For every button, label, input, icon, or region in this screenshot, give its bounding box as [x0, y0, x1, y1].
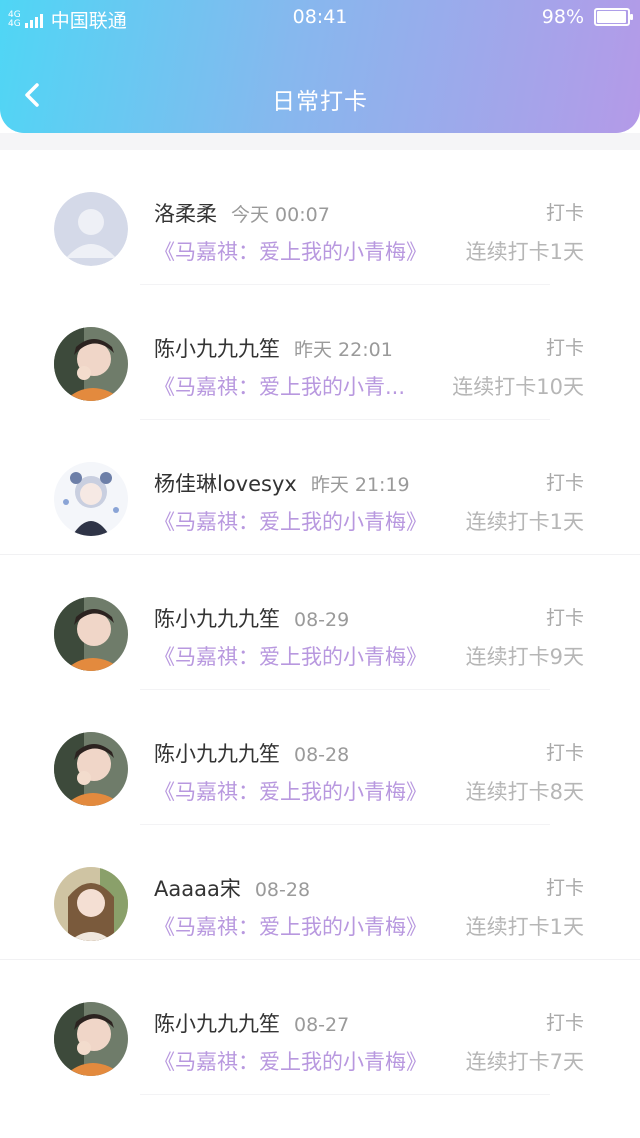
course-link[interactable]: 《马嘉祺：爱上我的小青梅》: [154, 236, 427, 266]
photo-avatar-icon: [54, 327, 128, 401]
status-bar: 4G 4G 中国联通 08:41 98%: [0, 0, 640, 34]
avatar[interactable]: [54, 867, 128, 941]
list-item[interactable]: 杨佳琳lovesyx 昨天 21:19 打卡 《马嘉祺：爱上我的小青梅》 连续打卡…: [0, 420, 640, 555]
checkin-list: 洛柔柔 今天 00:07 打卡 《马嘉祺：爱上我的小青梅》 连续打卡1天 陈小九九…: [0, 150, 640, 1095]
course-link[interactable]: 《马嘉祺：爱上我的小青梅》: [154, 1046, 427, 1076]
checkin-time: 昨天 21:19: [310, 474, 410, 496]
divider: [140, 1094, 550, 1095]
checkin-time: 今天 00:07: [231, 204, 330, 226]
section-gap: [0, 133, 640, 150]
photo-avatar-icon: [54, 867, 128, 941]
list-item[interactable]: Aaaaa宋 08-28 打卡 《马嘉祺：爱上我的小青梅》 连续打卡1天: [0, 825, 640, 960]
streak-text: 连续打卡7天: [465, 1050, 584, 1074]
checkin-time: 08-28: [294, 744, 350, 766]
list-item[interactable]: 陈小九九九笙 08-27 打卡 《马嘉祺：爱上我的小青梅》 连续打卡7天: [0, 960, 640, 1095]
user-name-row: Aaaaa宋 08-28: [154, 873, 310, 903]
user-name[interactable]: 陈小九九九笙: [154, 337, 280, 361]
course-link[interactable]: 《马嘉祺：爱上我的小青梅》: [154, 506, 427, 536]
list-item[interactable]: 陈小九九九笙 08-28 打卡 《马嘉祺：爱上我的小青梅》 连续打卡8天: [0, 690, 640, 825]
checkin-time: 08-27: [294, 1014, 350, 1036]
avatar[interactable]: [54, 732, 128, 806]
action-label: 打卡: [545, 877, 584, 899]
user-name[interactable]: 陈小九九九笙: [154, 742, 280, 766]
course-link[interactable]: 《马嘉祺：爱上我的小青梅》: [154, 776, 427, 806]
user-name-row: 洛柔柔 今天 00:07: [154, 198, 330, 228]
status-right: 98%: [541, 6, 633, 28]
list-item[interactable]: 陈小九九九笙 08-29 打卡 《马嘉祺：爱上我的小青梅》 连续打卡9天: [0, 555, 640, 690]
battery-icon: [594, 8, 633, 26]
header-bar: 4G 4G 中国联通 08:41 98% 日常打卡: [0, 0, 640, 133]
user-name-row: 陈小九九九笙 08-29: [154, 603, 349, 633]
avatar[interactable]: [54, 192, 128, 266]
user-name[interactable]: 杨佳琳lovesyx: [154, 472, 297, 496]
streak-text: 连续打卡1天: [465, 240, 584, 264]
user-name-row: 陈小九九九笙 08-27: [154, 1008, 349, 1038]
battery-level-fill: [597, 11, 627, 23]
streak-text: 连续打卡8天: [465, 780, 584, 804]
checkin-time: 08-28: [254, 879, 311, 901]
user-name-row: 杨佳琳lovesyx 昨天 21:19: [154, 468, 410, 498]
user-name-row: 陈小九九九笙 昨天 22:01: [154, 333, 393, 363]
streak-text: 连续打卡9天: [465, 645, 584, 669]
avatar[interactable]: [54, 462, 128, 536]
photo-avatar-icon: [54, 597, 128, 671]
list-item[interactable]: 陈小九九九笙 昨天 22:01 打卡 《马嘉祺：爱上我的小青... 连续打卡10天: [0, 285, 640, 420]
avatar[interactable]: [54, 597, 128, 671]
action-label: 打卡: [545, 607, 584, 629]
user-name-row: 陈小九九九笙 08-28: [154, 738, 349, 768]
default-avatar-icon: [54, 192, 128, 266]
anime-avatar-icon: [54, 462, 128, 536]
list-item[interactable]: 洛柔柔 今天 00:07 打卡 《马嘉祺：爱上我的小青梅》 连续打卡1天: [0, 150, 640, 285]
photo-avatar-icon: [54, 732, 128, 806]
checkin-time: 昨天 22:01: [294, 339, 393, 361]
course-link[interactable]: 《马嘉祺：爱上我的小青梅》: [154, 641, 427, 671]
user-name[interactable]: Aaaaa宋: [154, 877, 241, 901]
streak-text: 连续打卡1天: [465, 510, 584, 534]
user-name[interactable]: 陈小九九九笙: [154, 1012, 280, 1036]
user-name[interactable]: 洛柔柔: [154, 202, 217, 226]
user-name[interactable]: 陈小九九九笙: [154, 607, 280, 631]
action-label: 打卡: [545, 742, 584, 764]
battery-percent: 98%: [541, 6, 584, 28]
streak-text: 连续打卡1天: [465, 915, 584, 939]
action-label: 打卡: [545, 1012, 584, 1034]
course-link[interactable]: 《马嘉祺：爱上我的小青...: [154, 371, 405, 401]
page-title: 日常打卡: [272, 89, 368, 115]
avatar[interactable]: [54, 327, 128, 401]
checkin-time: 08-29: [294, 609, 350, 631]
avatar[interactable]: [54, 1002, 128, 1076]
action-label: 打卡: [545, 472, 584, 494]
photo-avatar-icon: [54, 1002, 128, 1076]
course-link[interactable]: 《马嘉祺：爱上我的小青梅》: [154, 911, 427, 941]
streak-text: 连续打卡10天: [452, 375, 584, 399]
action-label: 打卡: [545, 337, 584, 359]
action-label: 打卡: [545, 202, 584, 224]
